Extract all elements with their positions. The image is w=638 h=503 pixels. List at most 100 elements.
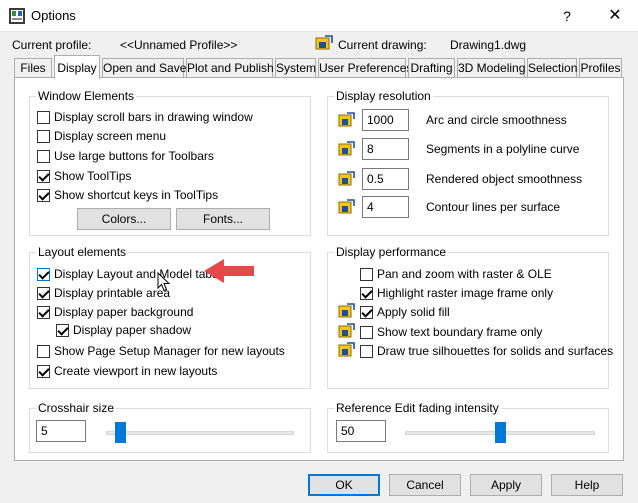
window-title: Options	[31, 8, 76, 23]
checkbox-label: Show ToolTips	[54, 169, 132, 183]
checkbox-box[interactable]	[37, 305, 50, 319]
checkbox-label: Create viewport in new layouts	[54, 364, 218, 378]
checkbox-box[interactable]	[37, 344, 50, 358]
checkbox-box[interactable]	[37, 286, 50, 300]
drawing-setting-icon	[338, 303, 355, 318]
tab-drafting[interactable]: Drafting	[408, 58, 455, 78]
checkbox-box[interactable]	[56, 323, 69, 337]
tab-3d-modeling[interactable]: 3D Modeling	[457, 58, 525, 78]
text-boundary-frame-checkbox[interactable]: Show text boundary frame only	[360, 324, 542, 340]
checkbox-label: Display Layout and Model tabs	[54, 267, 219, 281]
page-setup-manager-checkbox[interactable]: Show Page Setup Manager for new layouts	[37, 343, 285, 359]
current-profile-value: <<Unnamed Profile>>	[120, 38, 238, 52]
current-drawing-label: Current drawing:	[338, 38, 427, 52]
tab-files[interactable]: Files	[14, 58, 52, 78]
checkbox-label: Show Page Setup Manager for new layouts	[54, 344, 285, 358]
display-resolution-group: Display resolution 1000 Arc and circle s…	[327, 89, 609, 236]
paper-background-checkbox[interactable]: Display paper background	[37, 304, 193, 320]
checkbox-label: Apply solid fill	[377, 305, 450, 319]
checkbox-box[interactable]	[37, 188, 50, 202]
checkbox-box[interactable]	[360, 286, 373, 300]
checkbox-label: Display paper shadow	[73, 323, 192, 337]
display-tab-panel: Window Elements Display scroll bars in d…	[14, 77, 624, 461]
fonts-button[interactable]: Fonts...	[176, 208, 270, 230]
arc-smoothness-input[interactable]: 1000	[362, 109, 409, 131]
drawing-setting-icon	[338, 323, 355, 338]
crosshair-slider-track[interactable]	[106, 431, 294, 435]
show-tooltips-checkbox[interactable]: Show ToolTips	[37, 168, 131, 184]
paper-shadow-checkbox[interactable]: Display paper shadow	[56, 322, 191, 338]
checkbox-label: Display paper background	[54, 305, 194, 319]
crosshair-size-input[interactable]: 5	[36, 420, 86, 442]
refedit-slider-thumb[interactable]	[494, 422, 506, 443]
refedit-fading-title: Reference Edit fading intensity	[334, 401, 501, 415]
checkbox-box[interactable]	[37, 364, 50, 378]
checkbox-label: Use large buttons for Toolbars	[54, 149, 214, 163]
checkbox-box[interactable]	[37, 267, 50, 281]
autocad-app-icon	[9, 8, 25, 24]
display-performance-group: Display performance Pan and zoom with ra…	[327, 245, 613, 389]
display-performance-title: Display performance	[334, 245, 449, 259]
checkbox-label: Highlight raster image frame only	[377, 286, 554, 300]
tab-profiles[interactable]: Profiles	[579, 58, 622, 78]
checkbox-box[interactable]	[360, 305, 373, 319]
contour-lines-label: Contour lines per surface	[426, 200, 561, 214]
checkbox-box[interactable]	[37, 149, 50, 163]
checkbox-box[interactable]	[360, 344, 373, 358]
checkbox-label: Draw true silhouettes for solids and sur…	[377, 344, 614, 358]
drawing-setting-icon	[338, 199, 355, 214]
crosshair-size-group: Crosshair size 5	[29, 401, 311, 453]
checkbox-box[interactable]	[360, 267, 373, 281]
tab-open-and-save[interactable]: Open and Save	[102, 58, 186, 78]
checkbox-label: Show text boundary frame only	[377, 325, 543, 339]
apply-button[interactable]: Apply	[470, 474, 542, 496]
tab-system[interactable]: System	[275, 58, 316, 78]
arc-smoothness-label: Arc and circle smoothness	[426, 113, 567, 127]
title-bar: Options ? ✕	[0, 0, 638, 32]
refedit-fading-group: Reference Edit fading intensity 50	[327, 401, 609, 453]
current-profile-label: Current profile:	[12, 38, 92, 52]
layout-model-tabs-checkbox[interactable]: Display Layout and Model tabs	[37, 266, 218, 282]
display-resolution-title: Display resolution	[334, 89, 433, 103]
contour-lines-input[interactable]: 4	[362, 196, 409, 218]
rendered-smoothness-input[interactable]: 0.5	[362, 168, 409, 190]
layout-elements-title: Layout elements	[36, 245, 129, 259]
crosshair-slider-thumb[interactable]	[114, 422, 126, 443]
highlight-raster-frame-checkbox[interactable]: Highlight raster image frame only	[360, 285, 553, 301]
ok-button[interactable]: OK	[308, 474, 380, 496]
checkbox-box[interactable]	[37, 169, 50, 183]
checkbox-label: Display screen menu	[54, 129, 167, 143]
rendered-smoothness-label: Rendered object smoothness	[426, 172, 583, 186]
tab-display[interactable]: Display	[54, 55, 100, 79]
checkbox-label: Show shortcut keys in ToolTips	[54, 188, 219, 202]
drawing-setting-icon	[338, 141, 355, 156]
tab-plot-and-publish[interactable]: Plot and Publish	[186, 58, 274, 78]
checkbox-box[interactable]	[360, 325, 373, 339]
apply-solid-fill-checkbox[interactable]: Apply solid fill	[360, 304, 450, 320]
screen-menu-checkbox[interactable]: Display screen menu	[37, 128, 166, 144]
pan-zoom-raster-checkbox[interactable]: Pan and zoom with raster & OLE	[360, 266, 552, 282]
colors-button[interactable]: Colors...	[77, 208, 171, 230]
checkbox-box[interactable]	[37, 129, 50, 143]
scroll-bars-checkbox[interactable]: Display scroll bars in drawing window	[37, 109, 253, 125]
window-elements-group: Window Elements Display scroll bars in d…	[29, 89, 311, 236]
checkbox-box[interactable]	[37, 110, 50, 124]
help-button[interactable]: Help	[551, 474, 623, 496]
polyline-segments-label: Segments in a polyline curve	[426, 142, 580, 156]
shortcut-keys-checkbox[interactable]: Show shortcut keys in ToolTips	[37, 187, 218, 203]
tab-user-preferences[interactable]: User Preferences	[318, 58, 412, 78]
drawing-setting-icon	[338, 112, 355, 127]
large-buttons-checkbox[interactable]: Use large buttons for Toolbars	[37, 148, 214, 164]
polyline-segments-input[interactable]: 8	[362, 138, 409, 160]
true-silhouettes-checkbox[interactable]: Draw true silhouettes for solids and sur…	[360, 343, 613, 359]
checkbox-label: Display printable area	[54, 286, 171, 300]
close-button[interactable]: ✕	[592, 0, 638, 32]
create-viewport-checkbox[interactable]: Create viewport in new layouts	[37, 363, 217, 379]
printable-area-checkbox[interactable]: Display printable area	[37, 285, 170, 301]
tab-selection[interactable]: Selection	[527, 58, 577, 78]
cancel-button[interactable]: Cancel	[389, 474, 461, 496]
refedit-fading-input[interactable]: 50	[336, 420, 386, 442]
help-title-button[interactable]: ?	[544, 0, 590, 32]
annotation-arrow-icon	[204, 259, 254, 283]
current-drawing-value: Drawing1.dwg	[450, 38, 527, 52]
